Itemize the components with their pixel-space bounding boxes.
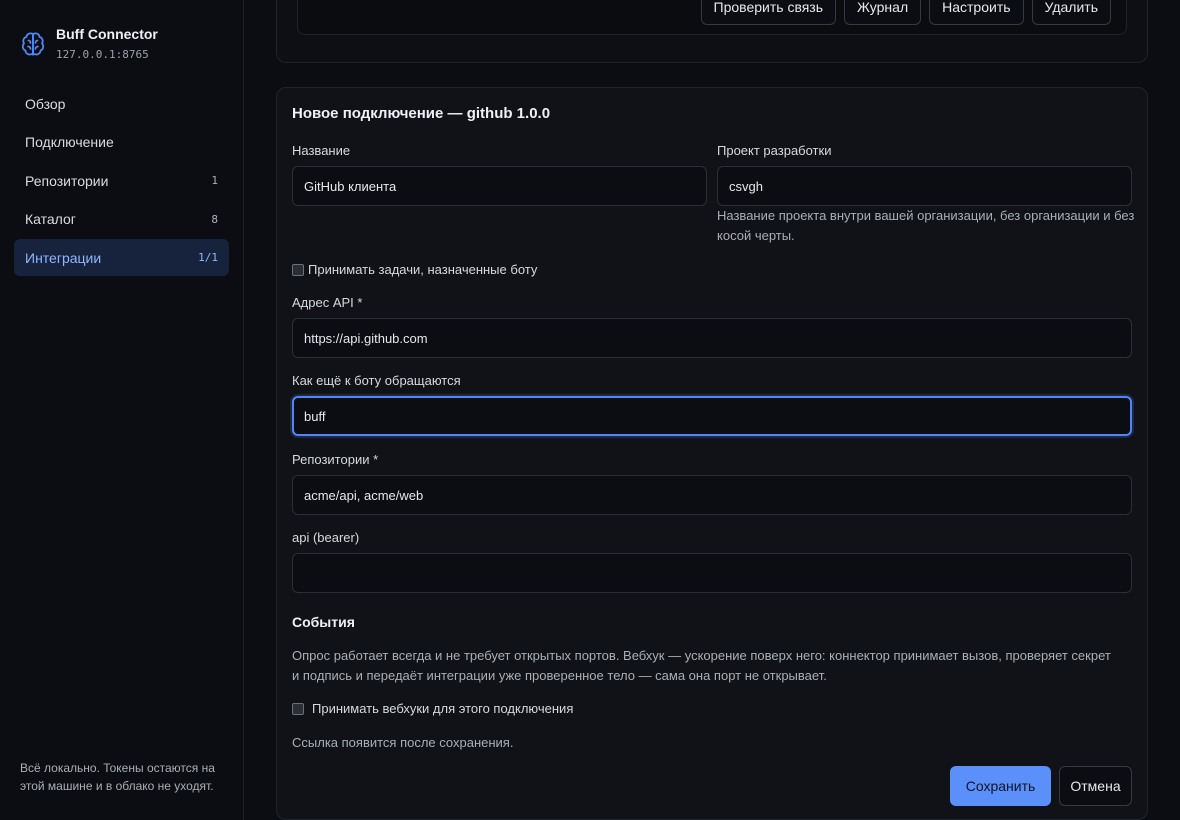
cancel-button[interactable]: Отмена (1059, 766, 1132, 806)
sidebar-item-count: 1/1 (198, 251, 218, 264)
brain-icon (21, 32, 45, 56)
project-input[interactable] (717, 166, 1132, 206)
delete-button[interactable]: Удалить (1031, 0, 1111, 25)
sidebar-item-overview[interactable]: Обзор (14, 85, 229, 122)
events-title: События (292, 614, 355, 630)
webhook-row: Принимать вебхуки для этого подключения (292, 701, 573, 716)
sidebar-item-catalog[interactable]: Каталог 8 (14, 201, 229, 238)
integration-card-inner: Проверить связь Журнал Настроить Удалить (297, 0, 1127, 35)
sidebar-nav: Обзор Подключение Репозитории 1 Каталог … (14, 85, 229, 278)
name-label: Название (292, 143, 351, 158)
events-description: Опрос работает всегда и не требует откры… (292, 648, 1111, 683)
new-connection-form: Новое подключение — github 1.0.0 Названи… (276, 87, 1148, 820)
webhook-label: Принимать вебхуки для этого подключения (312, 701, 574, 716)
repos-input[interactable] (292, 475, 1132, 515)
sidebar-item-count: 1 (211, 174, 218, 187)
log-button[interactable]: Журнал (844, 0, 922, 25)
bot-tasks-label: Принимать задачи, назначенные боту (308, 262, 538, 277)
brand-name: Buff Connector (56, 26, 158, 42)
sidebar-item-label: Обзор (25, 95, 66, 112)
brand-address: 127.0.0.1:8765 (56, 48, 149, 61)
aliases-input[interactable] (292, 396, 1132, 436)
brand: Buff Connector 127.0.0.1:8765 (20, 25, 158, 61)
sidebar-item-label: Интеграции (25, 249, 102, 266)
sidebar-item-label: Подключение (25, 134, 114, 150)
sidebar-item-count: 8 (211, 212, 218, 226)
bearer-token-input[interactable] (292, 553, 1132, 593)
sidebar-footer-note: Всё локально. Токены остаются на этой ма… (20, 761, 215, 793)
integration-card: Проверить связь Журнал Настроить Удалить (276, 0, 1148, 63)
sidebar-item-connection[interactable]: Подключение (14, 124, 229, 161)
save-button[interactable]: Сохранить (950, 766, 1051, 806)
api-url-input[interactable] (292, 318, 1132, 358)
form-title: Новое подключение — github 1.0.0 (292, 105, 551, 122)
api-label: Адрес API * (292, 295, 363, 310)
sidebar-item-repositories[interactable]: Репозитории 1 (14, 162, 229, 199)
link-note: Ссылка появится после сохранения. (292, 735, 514, 750)
check-connection-button[interactable]: Проверить связь (700, 0, 837, 25)
sidebar-item-integrations[interactable]: Интеграции 1/1 (14, 239, 229, 276)
repos-label: Репозитории * (292, 452, 379, 467)
name-input[interactable] (292, 166, 707, 206)
aliases-label: Как ещё к боту обращаются (292, 373, 461, 388)
project-label: Проект разработки (717, 143, 832, 158)
integration-actions: Проверить связь Журнал Настроить Удалить (700, 0, 1111, 25)
bearer-label: api (bearer) (292, 530, 360, 545)
bot-tasks-checkbox[interactable] (292, 263, 304, 276)
bot-tasks-row: Принимать задачи, назначенные боту (292, 262, 537, 277)
sidebar-item-label: Репозитории (25, 172, 109, 189)
sidebar-item-label: Каталог (25, 211, 76, 227)
sidebar: Buff Connector 127.0.0.1:8765 Обзор Подк… (0, 0, 244, 820)
webhook-checkbox[interactable] (292, 702, 304, 715)
project-hint: Название проекта внутри вашей организаци… (717, 208, 1135, 243)
configure-button[interactable]: Настроить (929, 0, 1024, 25)
